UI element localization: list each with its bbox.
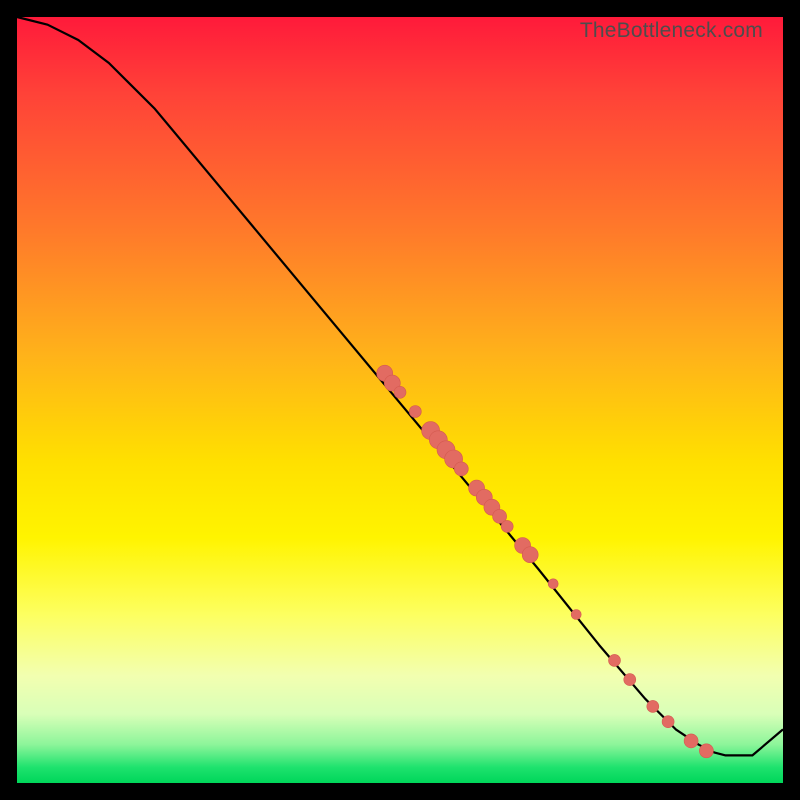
chart-point: [624, 674, 636, 686]
chart-point: [699, 744, 713, 758]
chart-plot-area: TheBottleneck.com: [17, 17, 783, 783]
chart-point: [662, 716, 674, 728]
chart-point: [522, 547, 538, 563]
chart-frame: TheBottleneck.com: [0, 0, 800, 800]
chart-point: [409, 406, 421, 418]
chart-point: [548, 579, 558, 589]
chart-point: [684, 734, 698, 748]
chart-point: [394, 386, 406, 398]
chart-point: [609, 654, 621, 666]
chart-point: [571, 610, 581, 620]
chart-svg: [17, 17, 783, 783]
chart-point: [454, 462, 468, 476]
chart-point: [647, 700, 659, 712]
chart-point: [501, 520, 513, 532]
chart-points: [377, 365, 714, 758]
